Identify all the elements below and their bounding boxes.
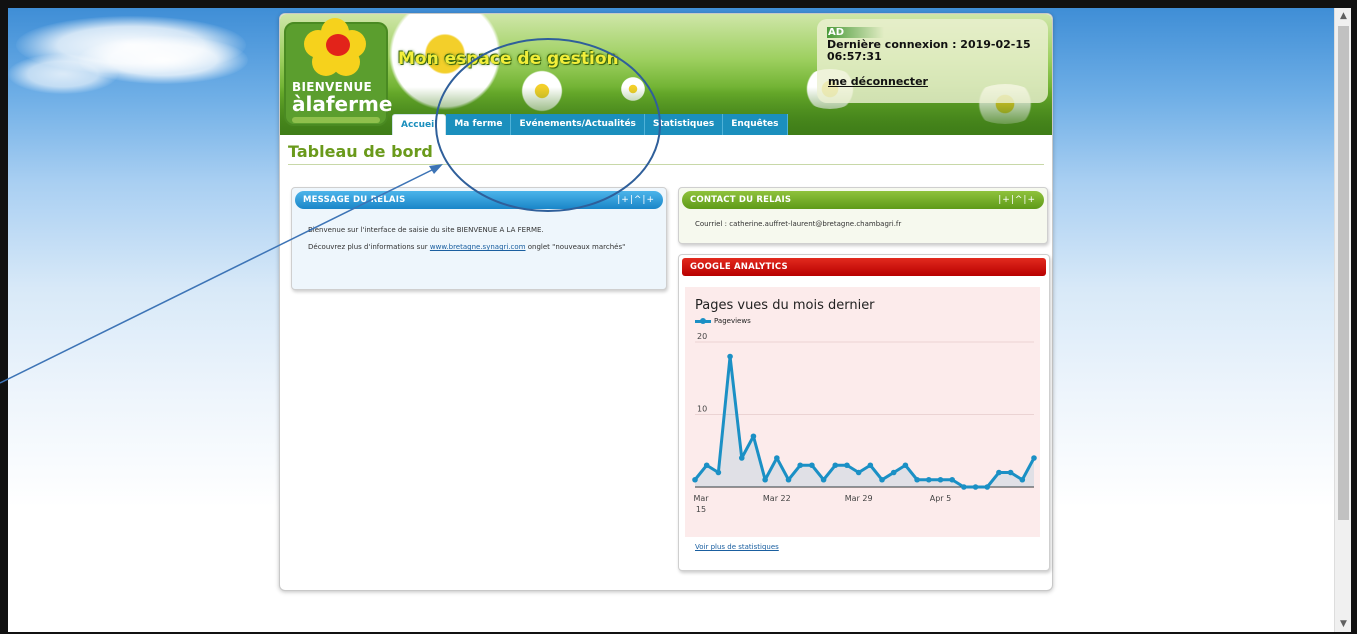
- data-point: [692, 476, 698, 483]
- box-controls-icon[interactable]: |+|^|+: [998, 191, 1036, 209]
- tab-enquetes[interactable]: Enquêtes: [723, 114, 788, 135]
- data-point: [1031, 455, 1037, 461]
- message-text: Bienvenue sur l'interface de saisie du s…: [308, 225, 658, 253]
- y-tick-label: 10: [697, 405, 707, 414]
- x-tick-label: Mar 22: [763, 494, 791, 503]
- analytics-chart: Pages vues du mois dernier Pageviews 10 2…: [685, 287, 1040, 537]
- data-point: [844, 462, 850, 469]
- data-point: [785, 476, 792, 483]
- y-tick-label: 20: [697, 332, 707, 341]
- data-point: [902, 462, 909, 469]
- data-point: [762, 476, 768, 483]
- vertical-scrollbar[interactable]: ▲ ▼: [1334, 8, 1351, 632]
- x-tick-label: Mar: [693, 494, 709, 503]
- flower-icon: [304, 18, 370, 78]
- data-point: [797, 462, 804, 469]
- data-point: [832, 462, 839, 469]
- data-point: [820, 476, 827, 483]
- user-name: AD: [827, 27, 885, 38]
- box-controls-icon[interactable]: |+|^|+: [617, 191, 655, 209]
- site-logo[interactable]: BIENVENUE àlaferme: [284, 18, 392, 126]
- data-point: [1007, 469, 1014, 476]
- message-line-1: Bienvenue sur l'interface de saisie du s…: [308, 226, 544, 234]
- analytics-box-title: GOOGLE ANALYTICS: [690, 262, 788, 272]
- main-nav: Accueil Ma ferme Evénements/Actualités S…: [392, 114, 788, 135]
- last-login: Dernière connexion : 2019-02-15 06:57:31: [827, 38, 1031, 63]
- title-divider: [288, 164, 1044, 165]
- cloud-image: [8, 54, 118, 94]
- data-point: [972, 484, 979, 490]
- tab-ma-ferme[interactable]: Ma ferme: [446, 114, 512, 135]
- page-title: Tableau de bord: [288, 142, 433, 161]
- scrollbar-thumb[interactable]: [1338, 26, 1349, 520]
- contact-box: CONTACT DU RELAIS |+|^|+ Courriel : cath…: [678, 187, 1048, 244]
- user-panel: AD Dernière connexion : 2019-02-15 06:57…: [817, 19, 1048, 103]
- contact-email: Courriel : catherine.auffret-laurent@bre…: [695, 220, 902, 228]
- data-point: [937, 476, 944, 483]
- more-stats-link[interactable]: Voir plus de statistiques: [695, 543, 779, 551]
- message-box-title: MESSAGE DU RELAIS: [303, 195, 406, 205]
- data-point: [727, 353, 733, 360]
- data-point: [774, 455, 780, 461]
- analytics-box: GOOGLE ANALYTICS Pages vues du mois dern…: [678, 254, 1050, 571]
- data-point: [738, 455, 745, 461]
- data-point: [809, 462, 815, 469]
- x-tick-sublabel: 15: [696, 505, 706, 514]
- logo-text-alaferme: àlaferme: [292, 92, 393, 116]
- analytics-box-header[interactable]: GOOGLE ANALYTICS: [682, 258, 1046, 276]
- message-line-2-prefix: Découvrez plus d'informations sur: [308, 243, 430, 251]
- data-point: [996, 469, 1002, 476]
- data-point: [855, 469, 862, 476]
- data-point: [750, 433, 757, 440]
- message-box-header[interactable]: MESSAGE DU RELAIS |+|^|+: [295, 191, 663, 209]
- data-point: [890, 469, 897, 476]
- data-point: [961, 484, 967, 490]
- message-line-2-suffix: onglet "nouveaux marchés": [525, 243, 626, 251]
- contact-box-header[interactable]: CONTACT DU RELAIS |+|^|+: [682, 191, 1044, 209]
- logout-link[interactable]: me déconnecter: [828, 75, 928, 88]
- site-title: Mon espace de gestion: [398, 49, 619, 69]
- page-container: BIENVENUE àlaferme Mon espace de gestion…: [279, 13, 1053, 591]
- data-point: [914, 476, 920, 483]
- tab-evenements[interactable]: Evénements/Actualités: [511, 114, 645, 135]
- data-point: [867, 462, 874, 469]
- chart-svg: 10 20 Mar 15 Mar 22 Mar 29 Apr 5: [692, 332, 1037, 514]
- scroll-down-icon[interactable]: ▼: [1335, 616, 1352, 632]
- data-point: [984, 484, 991, 490]
- message-line-2: Découvrez plus d'informations sur www.br…: [308, 242, 658, 253]
- message-box: MESSAGE DU RELAIS |+|^|+ Bienvenue sur l…: [291, 187, 667, 290]
- data-point: [925, 476, 932, 483]
- header-banner: BIENVENUE àlaferme Mon espace de gestion…: [280, 14, 1052, 135]
- x-tick-label: Apr 5: [930, 494, 951, 503]
- tab-statistiques[interactable]: Statistiques: [644, 114, 724, 135]
- data-point: [715, 469, 722, 476]
- logo-bar: [292, 117, 380, 123]
- synagri-link[interactable]: www.bretagne.synagri.com: [430, 243, 526, 251]
- tab-accueil[interactable]: Accueil: [392, 114, 447, 135]
- data-point: [879, 476, 885, 483]
- data-point: [1019, 476, 1026, 483]
- scroll-up-icon[interactable]: ▲: [1335, 8, 1352, 24]
- x-tick-label: Mar 29: [845, 494, 873, 503]
- contact-box-title: CONTACT DU RELAIS: [690, 195, 792, 205]
- data-point: [703, 462, 710, 469]
- data-point: [949, 476, 955, 483]
